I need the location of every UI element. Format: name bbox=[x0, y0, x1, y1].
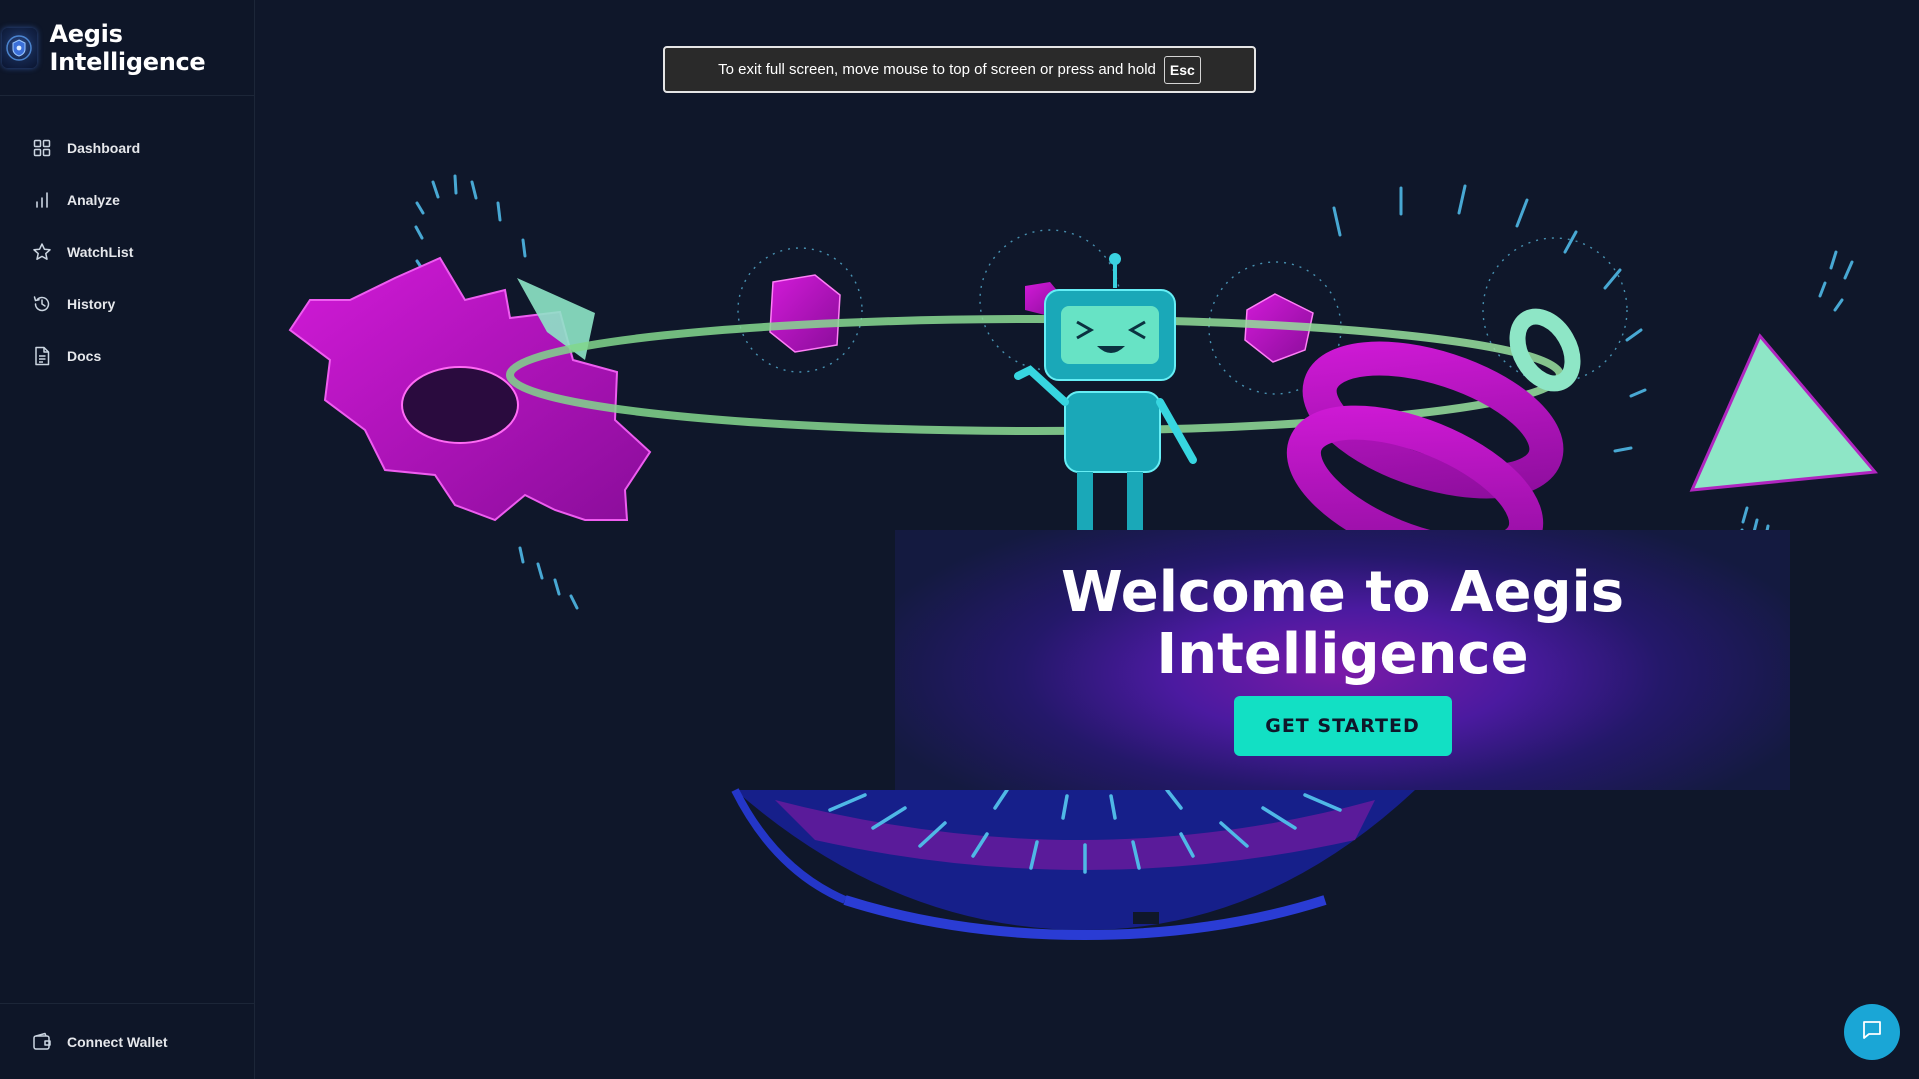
sidebar-item-label: Dashboard bbox=[67, 140, 141, 156]
welcome-title: Welcome to Aegis Intelligence bbox=[1060, 560, 1625, 687]
sidebar-item-analyze[interactable]: Analyze bbox=[0, 174, 254, 226]
hero-scene: Welcome to Aegis Intelligence GET STARTE… bbox=[255, 0, 1919, 1079]
sidebar-item-label: WatchList bbox=[67, 244, 134, 260]
sidebar-nav: Dashboard Analyze WatchList History Docs bbox=[0, 96, 254, 382]
sidebar-item-docs[interactable]: Docs bbox=[0, 330, 254, 382]
sidebar-item-watchlist[interactable]: WatchList bbox=[0, 226, 254, 278]
brand-title: Aegis Intelligence bbox=[49, 19, 206, 76]
document-icon bbox=[31, 345, 53, 367]
fullscreen-notice-text: To exit full screen, move mouse to top o… bbox=[718, 61, 1156, 78]
chat-icon bbox=[1860, 1018, 1884, 1047]
bar-chart-icon bbox=[31, 189, 53, 211]
esc-key-badge: Esc bbox=[1163, 55, 1201, 84]
dotted-halos bbox=[737, 229, 1628, 395]
platform-shape bbox=[731, 788, 1415, 941]
grid-icon bbox=[31, 137, 53, 159]
wallet-icon bbox=[31, 1031, 53, 1053]
history-icon bbox=[31, 293, 53, 315]
aegis-logo-icon bbox=[2, 27, 37, 68]
sidebar-item-history[interactable]: History bbox=[0, 278, 254, 330]
connect-wallet-button[interactable]: Connect Wallet bbox=[0, 1003, 254, 1079]
sidebar-item-label: Analyze bbox=[67, 192, 120, 208]
gear-shape bbox=[288, 256, 652, 522]
fullscreen-notice: To exit full screen, move mouse to top o… bbox=[663, 46, 1256, 93]
sidebar-item-label: History bbox=[67, 296, 116, 312]
sidebar-item-dashboard[interactable]: Dashboard bbox=[0, 122, 254, 174]
chat-button[interactable] bbox=[1844, 1004, 1900, 1060]
sidebar-item-label: Docs bbox=[67, 348, 102, 364]
sidebar: Aegis Intelligence Dashboard Analyze Wat… bbox=[0, 0, 255, 1079]
star-icon bbox=[31, 241, 53, 263]
pyramid-shape bbox=[1689, 333, 1878, 492]
brand[interactable]: Aegis Intelligence bbox=[0, 0, 254, 96]
cube-shape bbox=[769, 274, 841, 353]
welcome-card: Welcome to Aegis Intelligence GET STARTE… bbox=[895, 530, 1790, 790]
connect-wallet-label: Connect Wallet bbox=[67, 1033, 168, 1050]
get-started-button[interactable]: GET STARTED bbox=[1233, 696, 1452, 756]
